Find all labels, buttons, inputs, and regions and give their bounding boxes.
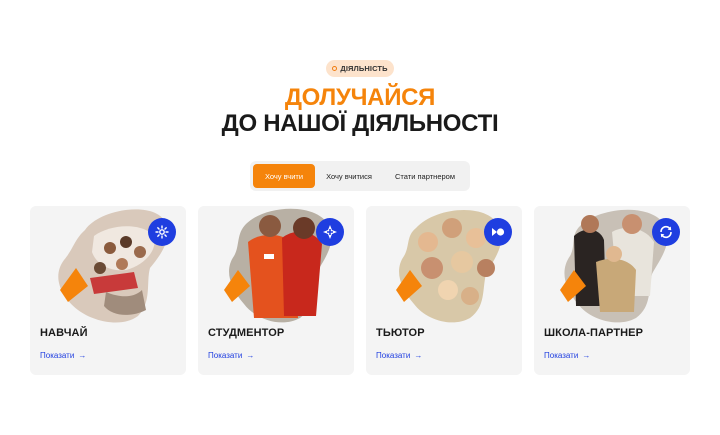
tab-switcher: Хочу вчити Хочу вчитися Стати партнером <box>250 161 470 191</box>
page-title: ДО НАШОЇ ДІЯЛЬНОСТІ <box>221 110 499 137</box>
show-link[interactable]: Показати → <box>544 351 590 360</box>
show-link-label: Показати <box>544 351 579 360</box>
activity-card-studmentor[interactable]: СТУДМЕНТОР Показати → <box>198 206 354 375</box>
section-badge-label: ДІЯЛЬНІСТЬ <box>340 64 388 73</box>
show-link[interactable]: Показати → <box>40 351 86 360</box>
card-title: СТУДМЕНТОР <box>208 327 285 339</box>
card-title: ШКОЛА-ПАРТНЕР <box>544 327 644 339</box>
bowtie-icon <box>484 218 512 246</box>
show-link-label: Показати <box>376 351 411 360</box>
activity-card-navchai[interactable]: НАВЧАЙ Показати → <box>30 206 186 375</box>
arrow-right-icon: → <box>414 351 423 360</box>
show-link[interactable]: Показати → <box>376 351 422 360</box>
show-link-label: Показати <box>208 351 243 360</box>
page-title-accent: ДОЛУЧАЙСЯ <box>284 84 436 111</box>
tab-become-partner[interactable]: Стати партнером <box>383 164 467 188</box>
refresh-icon <box>652 218 680 246</box>
arrow-right-icon: → <box>582 351 591 360</box>
activity-card-tutor[interactable]: ТЬЮТОР Показати → <box>366 206 522 375</box>
tab-want-to-teach[interactable]: Хочу вчити <box>253 164 315 188</box>
arrow-right-icon: → <box>246 351 255 360</box>
plus-star-icon <box>316 218 344 246</box>
arrow-right-icon: → <box>78 351 87 360</box>
card-title: ТЬЮТОР <box>376 327 425 339</box>
card-title: НАВЧАЙ <box>40 327 88 339</box>
flower-icon <box>148 218 176 246</box>
section-badge: ДІЯЛЬНІСТЬ <box>326 60 394 77</box>
activity-card-partner-school[interactable]: ШКОЛА-ПАРТНЕР Показати → <box>534 206 690 375</box>
show-link-label: Показати <box>40 351 75 360</box>
show-link[interactable]: Показати → <box>208 351 254 360</box>
badge-dot-icon <box>332 66 338 71</box>
tab-want-to-learn[interactable]: Хочу вчитися <box>315 164 383 188</box>
